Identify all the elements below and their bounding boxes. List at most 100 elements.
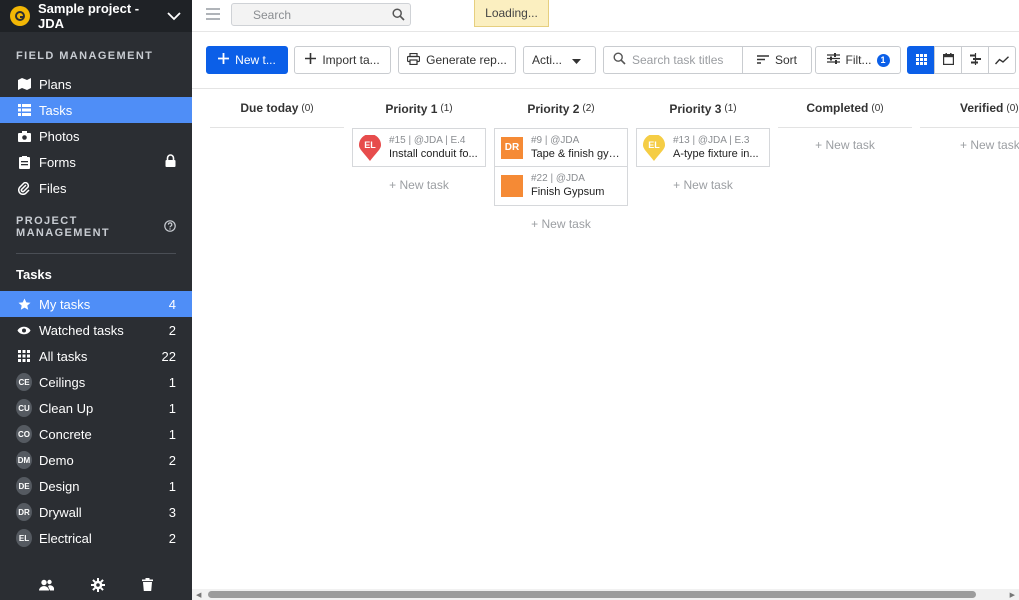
sidebar-item-concrete[interactable]: CO Concrete 1 [0, 421, 192, 447]
category-avatar: EL [16, 529, 32, 547]
category-avatar: DM [16, 451, 32, 469]
scroll-right-icon[interactable]: ▶ [1010, 591, 1015, 599]
sidebar-item-photos[interactable]: Photos [0, 123, 192, 149]
help-icon[interactable] [164, 219, 176, 235]
users-icon[interactable] [38, 579, 54, 594]
scroll-left-icon[interactable]: ◀ [196, 591, 201, 599]
task-card[interactable]: #22 | @JDA Finish Gypsum [494, 167, 628, 206]
filter-button[interactable]: Filt... 1 [815, 46, 901, 74]
calendar-view-button[interactable] [934, 46, 962, 74]
task-search-input[interactable]: Search task titles [603, 46, 743, 74]
filter-label: Filt... [845, 53, 872, 67]
sidebar-item-tasks[interactable]: Tasks [0, 97, 192, 123]
sidebar-item-count: 1 [168, 426, 176, 442]
board-view-button[interactable] [907, 46, 935, 74]
lock-icon [165, 154, 176, 170]
task-badge: DR [501, 136, 523, 159]
app-logo-icon [10, 6, 30, 26]
column-header: Verified (0) [920, 89, 1019, 128]
sliders-icon [826, 53, 846, 67]
global-search-input[interactable]: Search [231, 3, 411, 26]
project-selector[interactable]: Sample project - JDA [0, 0, 192, 32]
column-count: (2) [582, 103, 595, 114]
new-task-link[interactable]: + New task [352, 167, 486, 203]
gantt-icon [969, 52, 982, 68]
new-task-link[interactable]: + New task [494, 206, 628, 242]
column-header: Due today (0) [210, 89, 344, 128]
new-task-link[interactable]: + New task [778, 128, 912, 162]
sidebar-item-all-tasks[interactable]: All tasks 22 [0, 343, 192, 369]
actions-dropdown[interactable]: Acti... [523, 46, 596, 74]
sidebar-item-label: Drywall [39, 504, 82, 520]
column-header: Priority 1 (1) [352, 89, 486, 128]
toolbar: New t... Import ta... Generate rep... Ac… [192, 32, 1019, 89]
column-count: (0) [301, 102, 314, 114]
gantt-view-button[interactable] [961, 46, 989, 74]
paperclip-icon [16, 181, 32, 195]
generate-report-button[interactable]: Generate rep... [398, 46, 516, 74]
column-count: (1) [440, 103, 453, 114]
sidebar-item-ceilings[interactable]: CE Ceilings 1 [0, 369, 192, 395]
column-title: Priority 1 [385, 101, 438, 116]
chevron-down-icon[interactable] [166, 8, 182, 24]
column-title: Due today [240, 101, 299, 115]
map-pin-icon: EL [359, 133, 381, 161]
chart-view-button[interactable] [988, 46, 1016, 74]
task-search-placeholder: Search task titles [632, 53, 724, 67]
sidebar-item-label: My tasks [39, 296, 91, 312]
sidebar-item-label: Photos [39, 128, 80, 144]
sidebar-item-label: Ceilings [39, 374, 86, 390]
sidebar-item-count: 2 [168, 452, 176, 468]
sidebar-item-drywall[interactable]: DR Drywall 3 [0, 499, 192, 525]
search-placeholder: Search [253, 7, 292, 22]
task-title: A-type fixture in... [673, 147, 759, 160]
sidebar: Sample project - JDA FIELD MANAGEMENT Pl… [0, 0, 192, 600]
task-card[interactable]: EL #13 | @JDA | E.3 A-type fixture in... [636, 128, 770, 167]
trash-icon[interactable] [142, 578, 154, 594]
project-management-label: PROJECT MANAGEMENT [16, 215, 111, 239]
menu-icon[interactable] [206, 8, 220, 23]
sidebar-item-plans[interactable]: Plans [0, 71, 192, 97]
column-title: Completed [806, 101, 869, 115]
project-management-title[interactable]: PROJECT MANAGEMENT [0, 215, 192, 239]
plus-icon [218, 53, 235, 67]
new-task-label: New t... [235, 53, 276, 67]
task-meta: #22 | @JDA [531, 173, 585, 184]
plus-icon [305, 53, 322, 67]
sidebar-item-clean-up[interactable]: CU Clean Up 1 [0, 395, 192, 421]
task-card[interactable]: EL #15 | @JDA | E.4 Install conduit fo..… [352, 128, 486, 167]
sidebar-item-forms[interactable]: Forms [0, 149, 192, 175]
horizontal-scrollbar[interactable]: ◀ ▶ [192, 589, 1019, 600]
sidebar-item-count: 1 [168, 478, 176, 494]
column-title: Verified [960, 101, 1004, 115]
column-count: (0) [1006, 102, 1019, 114]
sidebar-item-my-tasks[interactable]: My tasks 4 [0, 291, 192, 317]
sort-button[interactable]: Sort [742, 46, 812, 74]
scrollbar-thumb[interactable] [208, 591, 976, 598]
search-icon[interactable] [392, 8, 405, 24]
sidebar-item-electrical[interactable]: EL Electrical 2 [0, 525, 192, 551]
sort-label: Sort [774, 53, 797, 67]
sidebar-item-label: Clean Up [39, 400, 94, 416]
sidebar-item-design[interactable]: DE Design 1 [0, 473, 192, 499]
list-icon [16, 104, 32, 116]
board-column-verified: Verified (0) + New task [920, 89, 1019, 162]
sidebar-item-watched-tasks[interactable]: Watched tasks 2 [0, 317, 192, 343]
gear-icon[interactable] [90, 577, 105, 595]
category-avatar: CU [16, 399, 32, 417]
new-task-link[interactable]: + New task [636, 167, 770, 203]
sidebar-item-files[interactable]: Files [0, 175, 192, 201]
task-badge: EL [648, 139, 660, 150]
sidebar-item-label: Tasks [39, 102, 73, 118]
import-tasks-button[interactable]: Import ta... [294, 46, 391, 74]
sidebar-item-demo[interactable]: DM Demo 2 [0, 447, 192, 473]
task-card[interactable]: DR #9 | @JDA Tape & finish gyp... [494, 128, 628, 167]
category-avatar: CO [16, 425, 32, 443]
clipboard-icon [16, 155, 32, 169]
new-task-link[interactable]: + New task [920, 128, 1019, 162]
sidebar-item-label: Plans [39, 76, 72, 92]
new-task-button[interactable]: New t... [206, 46, 288, 74]
tasks-heading: Tasks [16, 267, 52, 282]
actions-label: Acti... [531, 53, 562, 67]
project-name: Sample project - JDA [38, 1, 140, 31]
